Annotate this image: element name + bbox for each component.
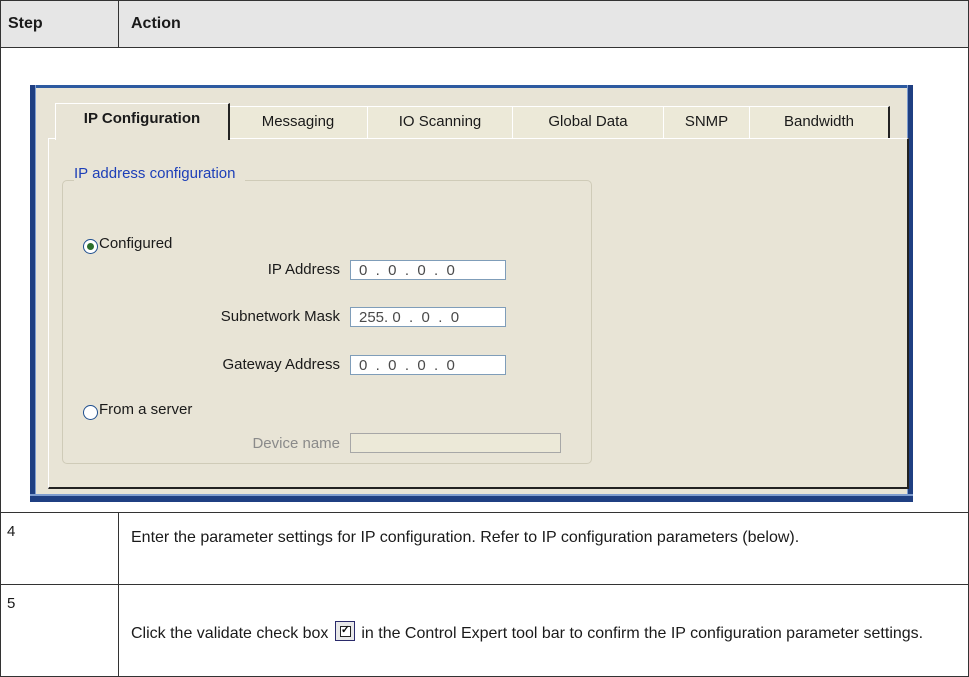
configured-label: Configured [99, 235, 173, 252]
step-cell: 5 [1, 585, 119, 676]
tab-snmp[interactable]: SNMP [663, 106, 751, 138]
step-cell: 4 [1, 513, 119, 584]
from-server-radio[interactable] [83, 405, 98, 420]
header-step: Step [8, 15, 43, 32]
action-text-before: Click the validate check box [131, 625, 329, 642]
ip-address-label: IP Address [267, 261, 340, 278]
table-header-row: Step Action [1, 1, 968, 48]
table-row: 5 Click the validate check box ✓ in the … [1, 585, 968, 676]
action-text: Enter the parameter settings for IP conf… [131, 529, 800, 546]
tab-io-scanning[interactable]: IO Scanning [367, 106, 514, 138]
window-border-bottom [30, 494, 913, 502]
window-border-top [30, 85, 913, 88]
ip-address-field[interactable]: 0 . 0 . 0 . 0 [350, 260, 506, 280]
step-number: 4 [7, 523, 16, 540]
group-title: IP address configuration [74, 165, 245, 182]
header-step-cell: Step [1, 1, 119, 47]
device-name-field [350, 433, 561, 453]
gateway-address-field[interactable]: 0 . 0 . 0 . 0 [350, 355, 506, 375]
ip-configuration-panel: IP address configuration Configured IP A… [48, 138, 909, 489]
validate-checkbox-icon: ✓ [334, 621, 355, 641]
subnet-mask-label: Subnetwork Mask [220, 308, 340, 325]
tab-ip-configuration[interactable]: IP Configuration [55, 103, 230, 140]
action-text: Click the validate check box ✓ in the Co… [131, 621, 951, 644]
tab-bandwidth[interactable]: Bandwidth [749, 106, 890, 138]
tab-global-data[interactable]: Global Data [512, 106, 665, 138]
tab-messaging[interactable]: Messaging [228, 106, 369, 138]
header-action: Action [131, 15, 181, 32]
gateway-address-label: Gateway Address [222, 356, 340, 373]
action-text-after: in the Control Expert tool bar to confir… [361, 625, 924, 642]
step-number: 5 [7, 595, 16, 612]
from-server-label: From a server [99, 401, 193, 418]
subnet-mask-field[interactable]: 255. 0 . 0 . 0 [350, 307, 506, 327]
window-border-left [30, 85, 36, 502]
device-name-label: Device name [252, 435, 340, 452]
table-row: 4 Enter the parameter settings for IP co… [1, 513, 968, 585]
ethernet-config-window: IP Configuration Messaging IO Scanning G… [30, 85, 913, 502]
configured-radio[interactable] [83, 239, 98, 254]
